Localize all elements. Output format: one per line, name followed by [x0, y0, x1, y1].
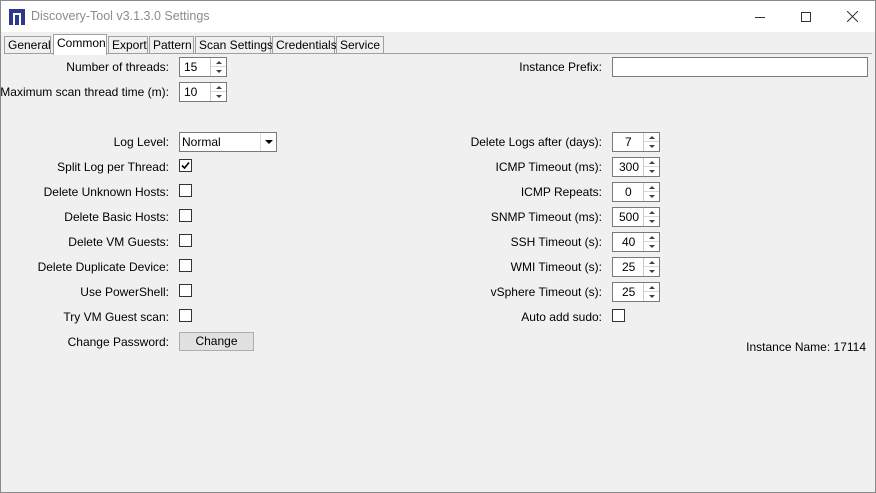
max-scan-time-down-arrow-icon[interactable]	[211, 92, 226, 101]
change-password-label: Change Password:	[67, 335, 169, 349]
log-level-value: Normal	[182, 135, 221, 149]
ssh-timeout-value: 40	[622, 235, 636, 249]
wmi-timeout-value: 25	[622, 260, 636, 274]
instance-prefix-input[interactable]	[612, 57, 868, 77]
close-icon	[846, 11, 858, 22]
threads-up-arrow-icon[interactable]	[211, 58, 226, 67]
maximize-icon	[801, 11, 811, 22]
vsphere-timeout-down-arrow-icon[interactable]	[644, 292, 659, 301]
max-scan-time-label: Maximum scan thread time (m):	[0, 85, 169, 99]
delete-logs-value: 7	[625, 135, 632, 149]
threads-label: Number of threads:	[66, 60, 169, 74]
auto-sudo-label: Auto add sudo:	[521, 310, 602, 324]
snmp-timeout-value: 500	[619, 210, 640, 224]
icmp-repeats-value: 0	[625, 185, 632, 199]
window-title: Discovery-Tool v3.1.3.0 Settings	[31, 9, 210, 23]
try-vm-scan-label: Try VM Guest scan:	[63, 310, 169, 324]
ssh-timeout-label: SSH Timeout (s):	[510, 235, 602, 249]
icmp-repeats-label: ICMP Repeats:	[520, 185, 602, 199]
instance-prefix-label: Instance Prefix:	[519, 60, 602, 74]
wmi-timeout-up-arrow-icon[interactable]	[644, 258, 659, 267]
max-scan-time-up-arrow-icon[interactable]	[211, 83, 226, 92]
delete-basic-label: Delete Basic Hosts:	[64, 210, 169, 224]
icmp-repeats-up-arrow-icon[interactable]	[644, 183, 659, 192]
ssh-timeout-up-arrow-icon[interactable]	[644, 233, 659, 242]
threads-stepper[interactable]: 15	[179, 57, 227, 77]
use-powershell-label: Use PowerShell:	[80, 285, 169, 299]
delete-logs-label: Delete Logs after (days):	[470, 135, 602, 149]
delete-logs-down-arrow-icon[interactable]	[644, 142, 659, 151]
title-bar[interactable]: Discovery-Tool v3.1.3.0 Settings	[1, 1, 875, 32]
threads-value: 15	[184, 60, 198, 74]
delete-vm-checkbox[interactable]	[179, 234, 192, 247]
maximize-button[interactable]	[783, 1, 829, 32]
close-button[interactable]	[829, 1, 875, 32]
vsphere-timeout-value: 25	[622, 285, 636, 299]
icmp-repeats-down-arrow-icon[interactable]	[644, 192, 659, 201]
checkmark-icon	[181, 161, 190, 170]
snmp-timeout-down-arrow-icon[interactable]	[644, 217, 659, 226]
delete-unknown-checkbox[interactable]	[179, 184, 192, 197]
log-level-label: Log Level:	[113, 135, 169, 149]
tab-pattern[interactable]: Pattern	[149, 36, 194, 54]
tab-scan-settings[interactable]: Scan Settings	[195, 36, 273, 54]
delete-vm-label: Delete VM Guests:	[68, 235, 169, 249]
change-password-button[interactable]: Change	[179, 332, 254, 351]
icmp-timeout-down-arrow-icon[interactable]	[644, 167, 659, 176]
max-scan-time-stepper[interactable]: 10	[179, 82, 227, 102]
tab-common[interactable]: Common	[53, 34, 107, 55]
icmp-timeout-up-arrow-icon[interactable]	[644, 158, 659, 167]
settings-window: Discovery-Tool v3.1.3.0 Settings General…	[0, 0, 876, 493]
delete-unknown-label: Delete Unknown Hosts:	[43, 185, 169, 199]
delete-duplicate-checkbox[interactable]	[179, 259, 192, 272]
threads-down-arrow-icon[interactable]	[211, 67, 226, 76]
delete-basic-checkbox[interactable]	[179, 209, 192, 222]
vsphere-timeout-stepper[interactable]: 25	[612, 282, 660, 302]
ssh-timeout-down-arrow-icon[interactable]	[644, 242, 659, 251]
tab-service[interactable]: Service	[336, 36, 384, 54]
snmp-timeout-label: SNMP Timeout (ms):	[490, 210, 602, 224]
tab-general[interactable]: General	[4, 36, 51, 54]
auto-sudo-checkbox[interactable]	[612, 309, 625, 322]
delete-duplicate-label: Delete Duplicate Device:	[37, 260, 169, 274]
wmi-timeout-label: WMI Timeout (s):	[510, 260, 602, 274]
minimize-icon	[755, 16, 765, 18]
tab-export[interactable]: Export	[108, 36, 148, 54]
wmi-timeout-stepper[interactable]: 25	[612, 257, 660, 277]
split-log-label: Split Log per Thread:	[57, 160, 169, 174]
max-scan-time-value: 10	[184, 85, 198, 99]
minimize-button[interactable]	[737, 1, 783, 32]
wmi-timeout-down-arrow-icon[interactable]	[644, 267, 659, 276]
vsphere-timeout-label: vSphere Timeout (s):	[490, 285, 602, 299]
app-logo-icon	[9, 9, 25, 25]
snmp-timeout-stepper[interactable]: 500	[612, 207, 660, 227]
icmp-repeats-stepper[interactable]: 0	[612, 182, 660, 202]
delete-logs-stepper[interactable]: 7	[612, 132, 660, 152]
try-vm-scan-checkbox[interactable]	[179, 309, 192, 322]
icmp-timeout-value: 300	[619, 160, 640, 174]
log-level-select[interactable]: Normal	[179, 132, 277, 152]
tab-credentials[interactable]: Credentials	[272, 36, 337, 54]
split-log-checkbox[interactable]	[179, 159, 192, 172]
instance-name-text: Instance Name: 17114	[746, 340, 866, 354]
vsphere-timeout-up-arrow-icon[interactable]	[644, 283, 659, 292]
snmp-timeout-up-arrow-icon[interactable]	[644, 208, 659, 217]
icmp-timeout-stepper[interactable]: 300	[612, 157, 660, 177]
chevron-down-icon[interactable]	[260, 133, 276, 151]
delete-logs-up-arrow-icon[interactable]	[644, 133, 659, 142]
tab-divider	[4, 53, 872, 54]
use-powershell-checkbox[interactable]	[179, 284, 192, 297]
ssh-timeout-stepper[interactable]: 40	[612, 232, 660, 252]
icmp-timeout-label: ICMP Timeout (ms):	[495, 160, 602, 174]
